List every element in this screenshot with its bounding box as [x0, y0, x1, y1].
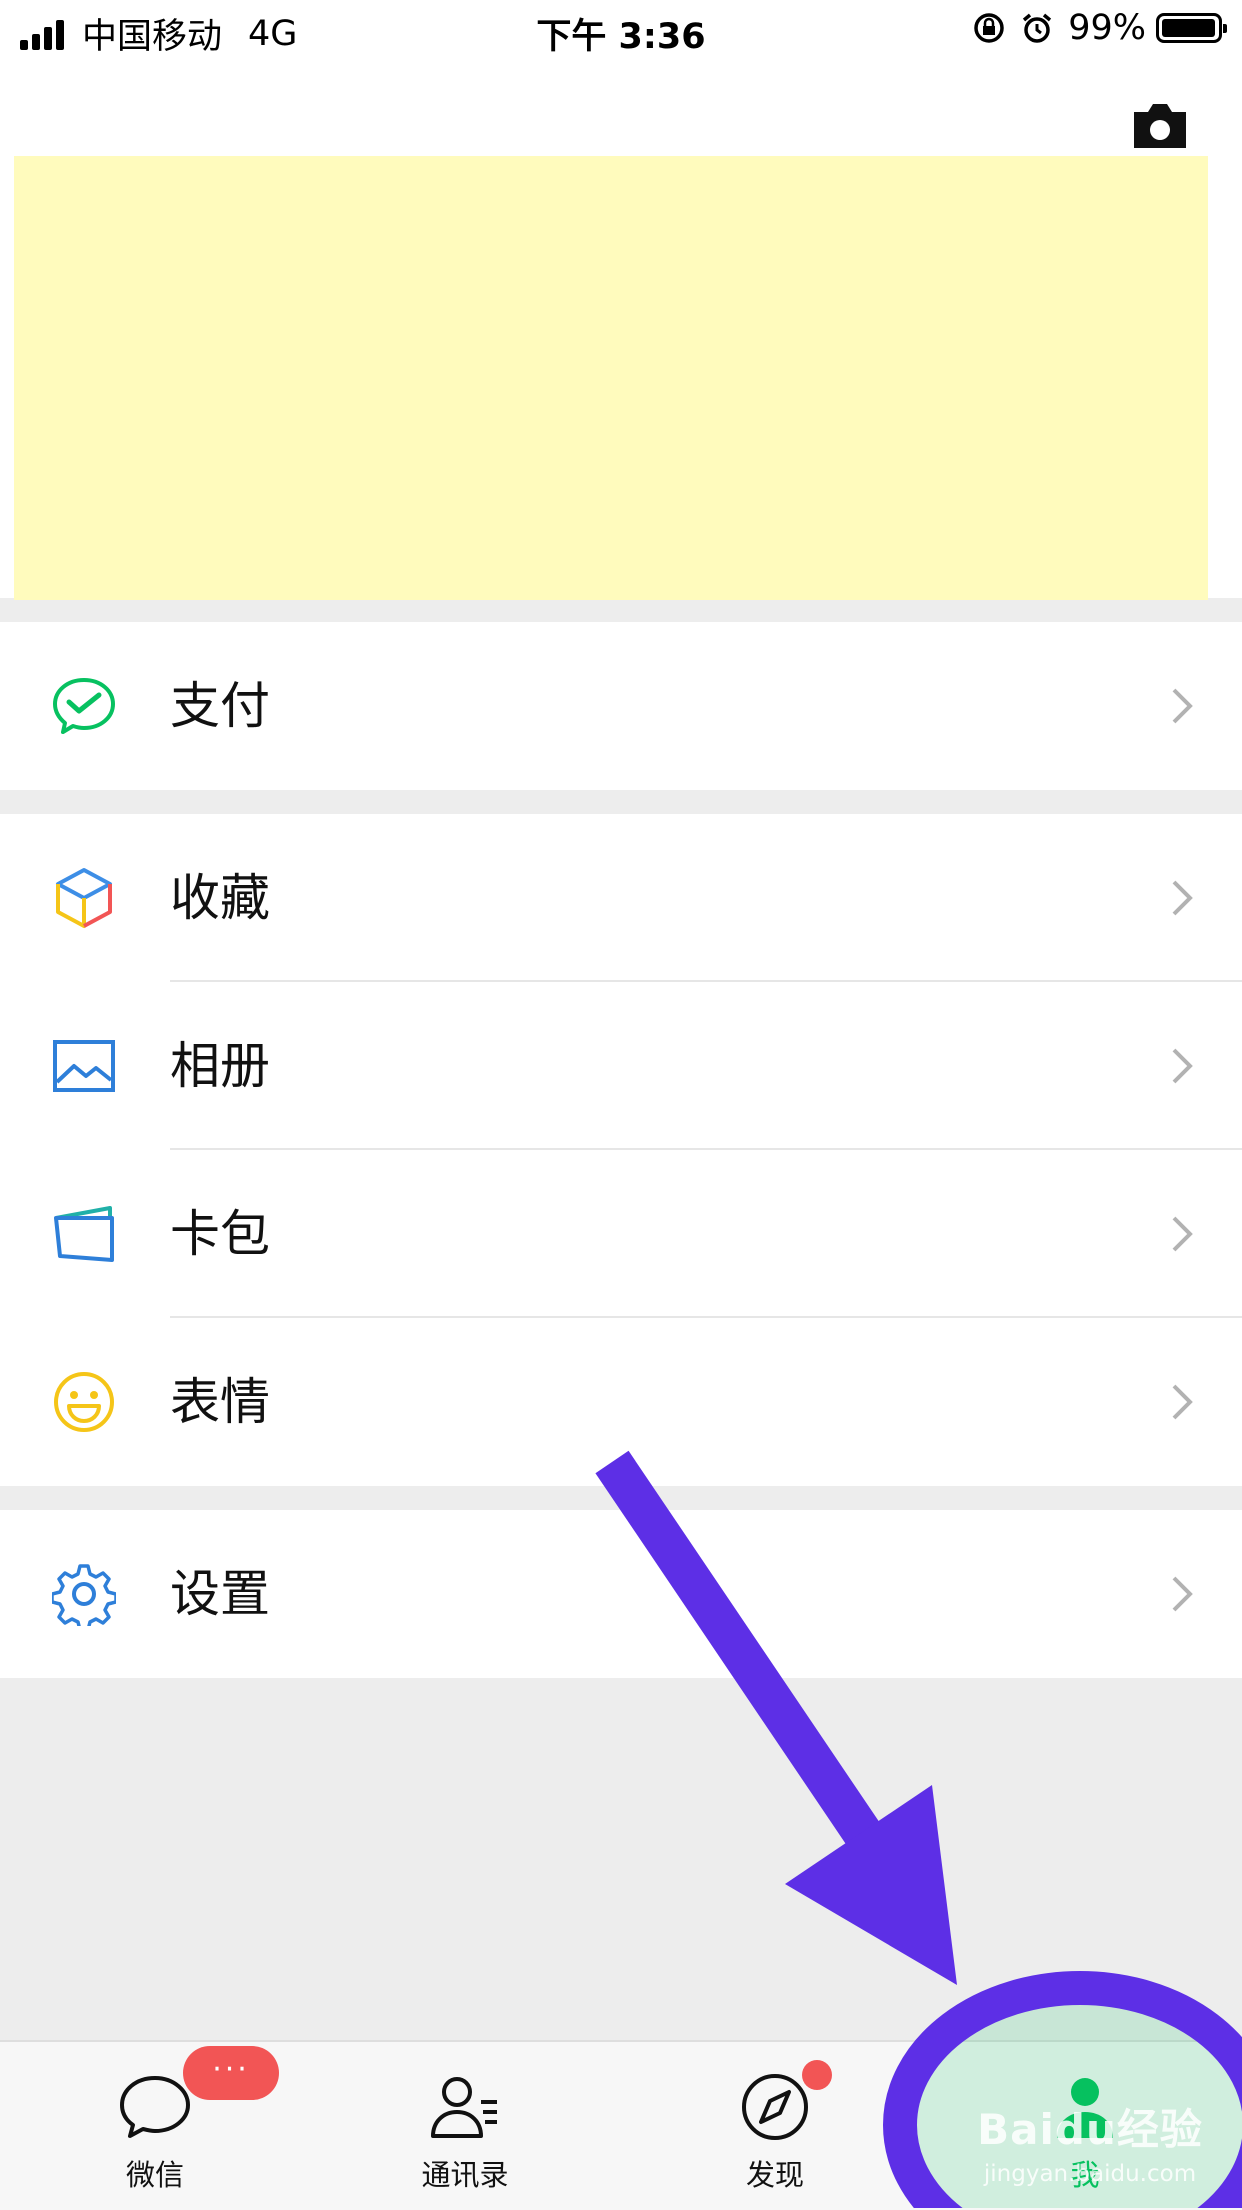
battery-icon: [1156, 13, 1227, 43]
chevron-right-icon: [1172, 1384, 1193, 1420]
alarm-icon: [1023, 13, 1052, 43]
menu-item-pay[interactable]: 支付: [0, 622, 1242, 790]
menu-item-label: 设置: [170, 1565, 270, 1623]
status-bar-right: 99%: [958, 8, 1227, 48]
chevron-right-icon: [1172, 688, 1193, 724]
tab-label: 发现: [745, 2158, 804, 2192]
menu-item-cards[interactable]: 卡包: [0, 1150, 1242, 1318]
menu-item-label: 相册: [170, 1037, 270, 1095]
tab-contacts[interactable]: 通讯录: [310, 2042, 620, 2210]
favorites-cube-icon: [56, 868, 112, 928]
discover-red-dot: [802, 2060, 832, 2090]
card-wallet-icon: [54, 1206, 114, 1262]
album-image-icon: [53, 1040, 115, 1092]
watermark-sub: jingyan.baidu.com: [983, 2161, 1197, 2187]
battery-percent: 99%: [1068, 8, 1146, 48]
pay-icon: [53, 678, 115, 734]
tab-label: 微信: [125, 2158, 184, 2192]
watermark-main: Baidu经验: [977, 2105, 1203, 2154]
camera-icon[interactable]: [1130, 100, 1190, 150]
menu-group-main: 收藏 相册 卡包 表情: [0, 814, 1242, 1486]
menu-item-label: 收藏: [170, 869, 270, 927]
profile-info-redacted[interactable]: [14, 156, 1208, 600]
gear-icon: [52, 1564, 116, 1626]
menu-item-settings[interactable]: 设置: [0, 1510, 1242, 1678]
chevron-right-icon: [1172, 1048, 1193, 1084]
menu-item-label: 卡包: [170, 1205, 270, 1263]
chat-bubble-icon: [120, 2076, 190, 2138]
tab-discover[interactable]: 发现: [620, 2042, 930, 2210]
menu-group-pay: 支付: [0, 622, 1242, 790]
baidu-watermark: Baidu经验 jingyan.baidu.com: [950, 2096, 1230, 2187]
status-bar: 中国移动 4G 下午 3:36 99%: [0, 0, 1242, 64]
compass-icon: [742, 2074, 808, 2140]
contacts-icon: [431, 2077, 497, 2138]
chevron-right-icon: [1172, 880, 1193, 916]
tab-label: 通讯录: [421, 2158, 509, 2192]
menu-group-settings: 设置: [0, 1510, 1242, 1678]
menu-item-album[interactable]: 相册: [0, 982, 1242, 1150]
menu-item-label: 支付: [170, 677, 270, 735]
menu-item-stickers[interactable]: 表情: [0, 1318, 1242, 1486]
profile-header: [0, 64, 1242, 600]
chevron-right-icon: [1172, 1216, 1193, 1252]
chevron-right-icon: [1172, 1576, 1193, 1612]
chat-unread-badge: ···: [183, 2046, 279, 2100]
rotation-lock-icon: [974, 13, 1004, 43]
smiley-icon: [54, 1372, 114, 1432]
menu-item-favorites[interactable]: 收藏: [0, 814, 1242, 982]
annotation-arrow-head: [785, 1785, 957, 1985]
menu-item-label: 表情: [170, 1373, 270, 1431]
